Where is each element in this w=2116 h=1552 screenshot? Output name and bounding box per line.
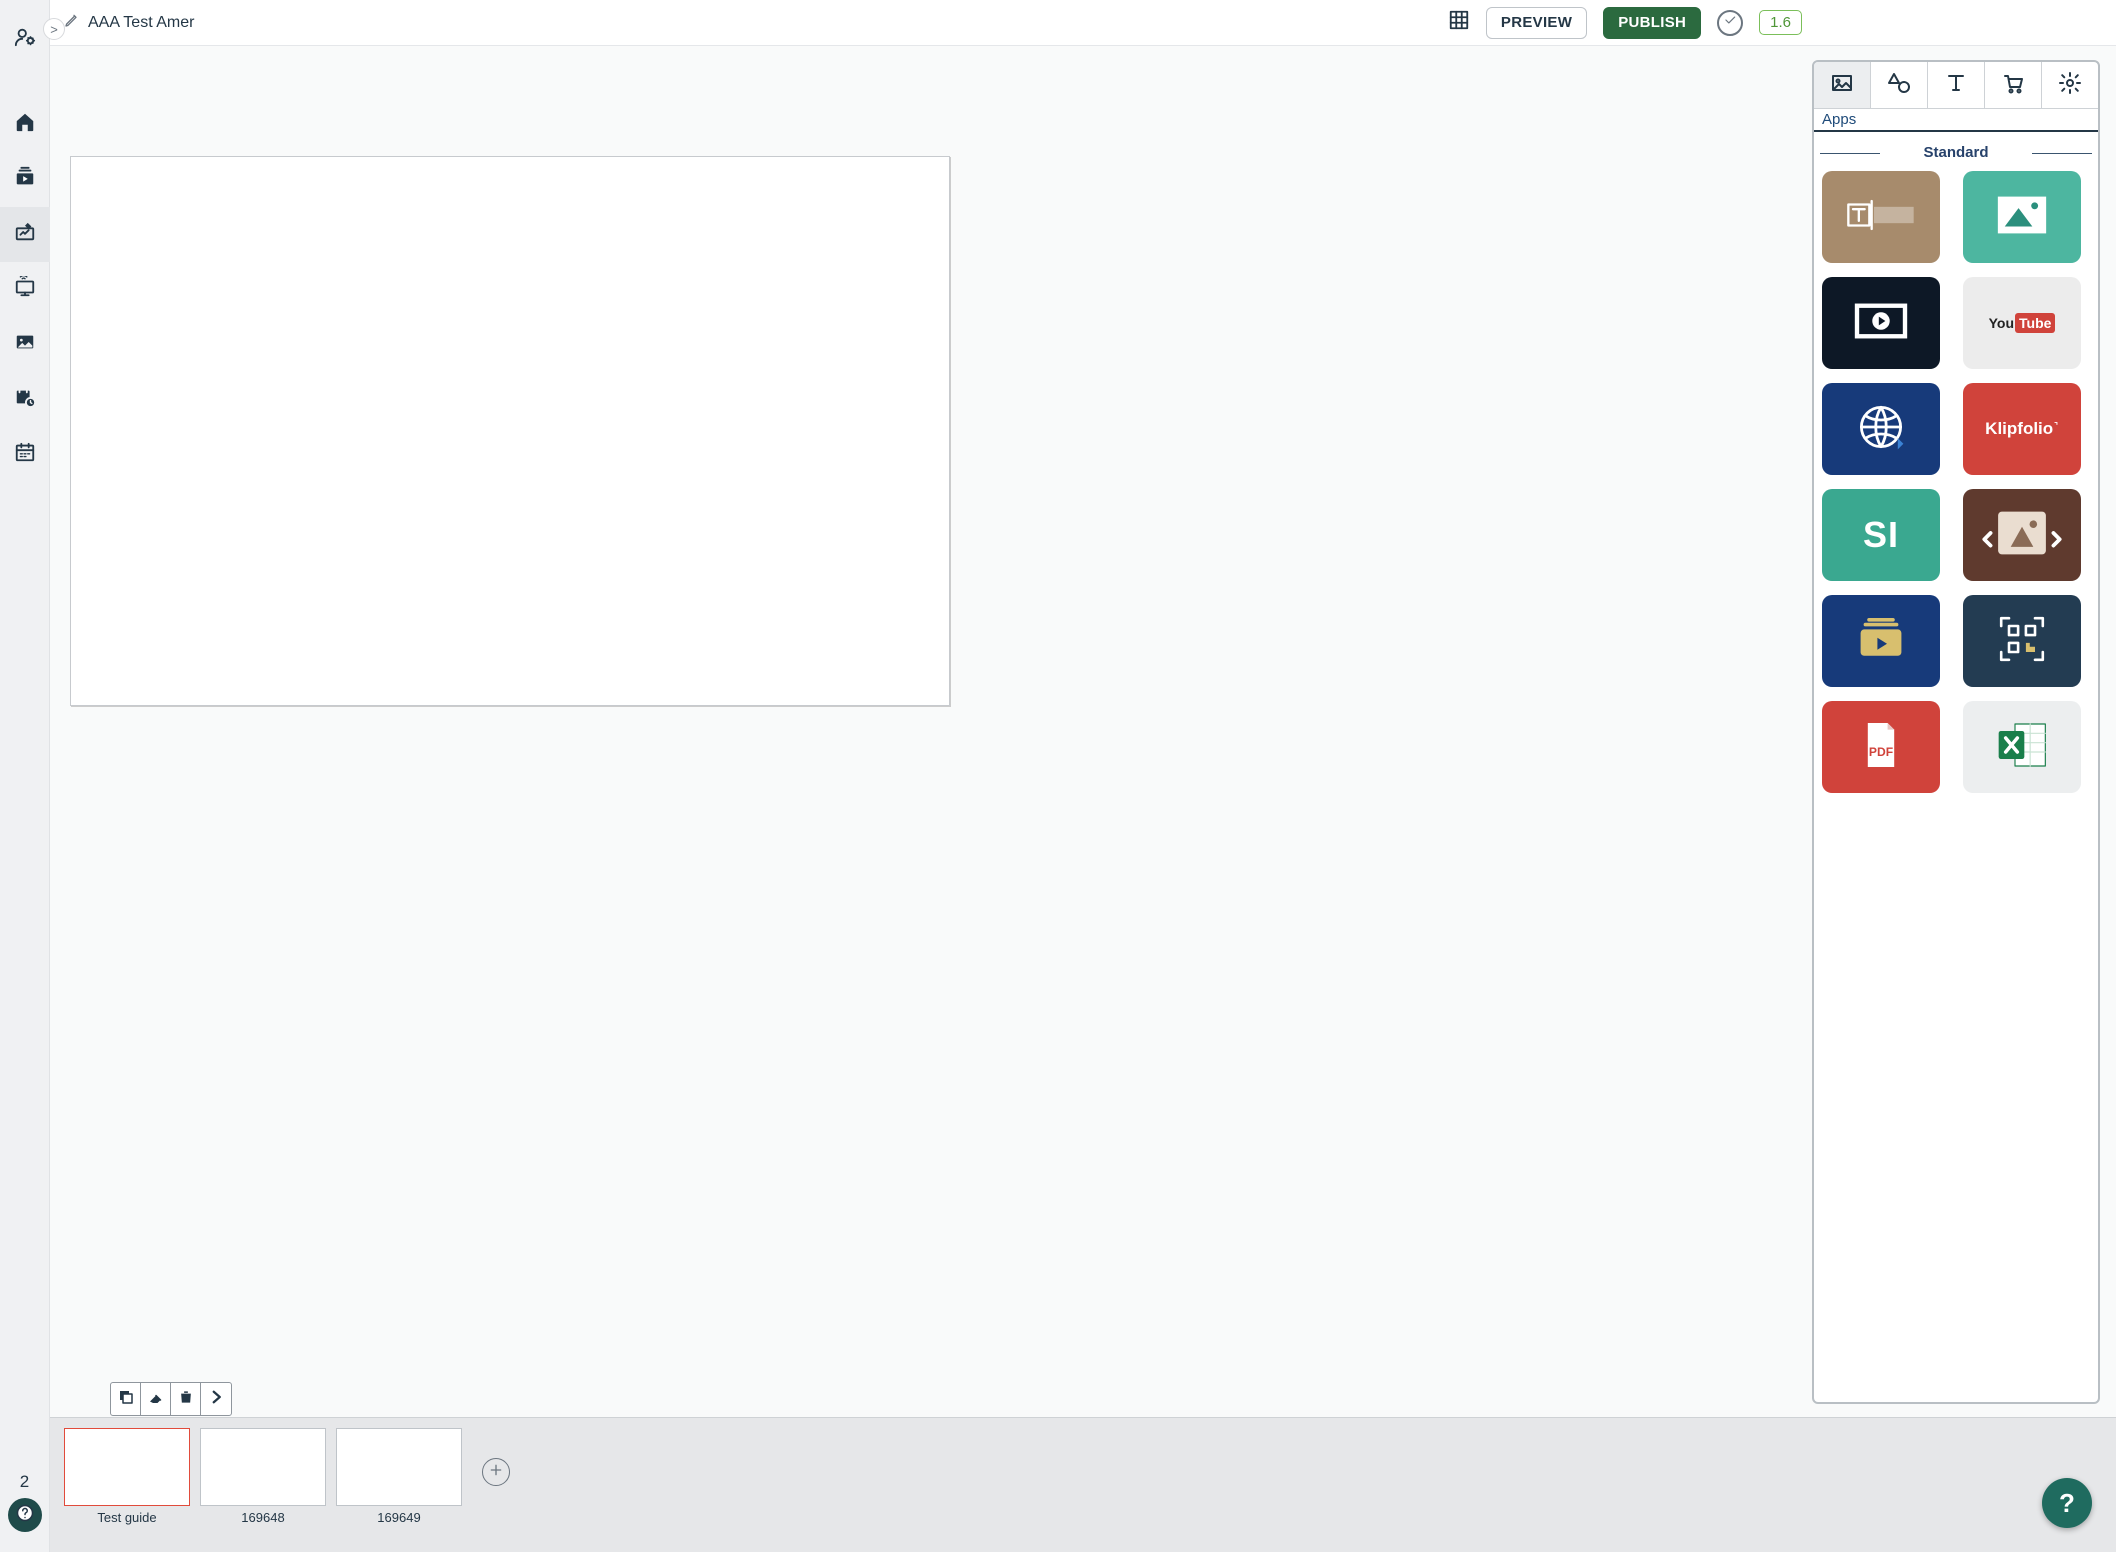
slide-toolbar: [110, 1382, 232, 1416]
text-icon: [1944, 71, 1968, 100]
grid-icon: [1448, 9, 1470, 36]
panel-tab-settings[interactable]: [2042, 62, 2098, 108]
video-icon: [1848, 297, 1914, 350]
slide-canvas[interactable]: [70, 156, 950, 706]
copy-icon: [117, 1388, 135, 1411]
sidebar-item-media[interactable]: [0, 317, 50, 372]
app-klipfolio[interactable]: Klipfolio˺: [1963, 383, 2081, 475]
sidebar-item-compose[interactable]: [0, 207, 50, 262]
panel-tab-text[interactable]: [1928, 62, 1985, 108]
chevron-right-icon: [207, 1388, 225, 1411]
grid-toggle-button[interactable]: [1448, 9, 1470, 36]
app-youtube[interactable]: YouTube: [1963, 277, 2081, 369]
pdf-icon: PDF: [1859, 718, 1903, 777]
slide-thumbnail[interactable]: Test guide: [64, 1428, 190, 1525]
playlist-icon: [14, 166, 36, 193]
app-video[interactable]: [1822, 277, 1940, 369]
publish-button[interactable]: PUBLISH: [1603, 7, 1701, 39]
version-badge[interactable]: 1.6: [1759, 10, 1802, 35]
panel-tab-store[interactable]: [1985, 62, 2042, 108]
panel-tab-media[interactable]: [1814, 62, 1871, 108]
help-icon: [16, 1504, 34, 1527]
status-indicator[interactable]: [1717, 10, 1743, 36]
slide-label: 169648: [241, 1510, 284, 1525]
pencil-icon: [64, 12, 80, 33]
panel-tab-shapes[interactable]: [1871, 62, 1928, 108]
eraser-icon: [147, 1388, 165, 1411]
photo-icon: [1993, 192, 2051, 243]
screen-icon: [14, 276, 36, 303]
top-bar: AAA Test Amer PREVIEW PUBLISH 1.6: [50, 0, 2116, 46]
left-sidebar: > 2: [0, 0, 50, 1552]
picture-icon: [14, 331, 36, 358]
main-area: AAA Test Amer PREVIEW PUBLISH 1.6: [50, 0, 2116, 1552]
help-chat-button[interactable]: ?: [2042, 1478, 2092, 1528]
home-icon: [14, 111, 36, 138]
project-title: AAA Test Amer: [88, 14, 194, 32]
app-excel[interactable]: [1963, 701, 2081, 793]
sidebar-item-playlists[interactable]: [0, 152, 50, 207]
compose-icon: [14, 221, 36, 248]
slide-label: 169649: [377, 1510, 420, 1525]
app-carousel[interactable]: [1963, 489, 2081, 581]
app-web[interactable]: [1822, 383, 1940, 475]
app-image[interactable]: [1963, 171, 2081, 263]
globe-icon: [1853, 399, 1909, 460]
qr-icon: [1996, 613, 2048, 670]
plus-icon: [488, 1462, 504, 1483]
slide-thumbnail[interactable]: 169648: [200, 1428, 326, 1525]
klipfolio-logo: Klipfolio˺: [1985, 419, 2059, 439]
carousel-icon: [1978, 504, 2066, 567]
user-gear-icon: [14, 26, 36, 53]
sidebar-footer-number: 2: [20, 1472, 29, 1492]
sidebar-item-home[interactable]: [0, 97, 50, 152]
app-playlist[interactable]: [1822, 595, 1940, 687]
slide-thumbnail[interactable]: 169649: [336, 1428, 462, 1525]
sidebar-expand-toggle[interactable]: >: [43, 18, 65, 40]
youtube-logo: YouTube: [1989, 315, 2056, 331]
duplicate-slide-button[interactable]: [111, 1383, 141, 1415]
delete-slide-button[interactable]: [171, 1383, 201, 1415]
edit-title-button[interactable]: [64, 12, 80, 33]
sidebar-item-calendar[interactable]: [0, 427, 50, 482]
app-pdf[interactable]: PDF: [1822, 701, 1940, 793]
panel-sub-label: Apps: [1814, 109, 2098, 132]
calendar-icon: [14, 441, 36, 468]
apps-panel: Apps Standard YouTube: [1812, 60, 2100, 1404]
add-slide-button[interactable]: [482, 1458, 510, 1486]
slide-label: Test guide: [97, 1510, 156, 1525]
preview-button[interactable]: PREVIEW: [1486, 7, 1587, 39]
excel-icon: [1994, 719, 2050, 776]
sidebar-item-schedule[interactable]: [0, 372, 50, 427]
next-slide-button[interactable]: [201, 1383, 231, 1415]
sidebar-item-admin[interactable]: [0, 12, 50, 67]
playlist-player-icon: [1851, 615, 1911, 668]
image-icon: [1830, 71, 1854, 100]
shapes-icon: [1887, 71, 1911, 100]
slide-strip: Test guide 169648 169649: [50, 1417, 2116, 1552]
calendar-clock-icon: [14, 386, 36, 413]
trash-icon: [177, 1388, 195, 1411]
sidebar-item-screens[interactable]: [0, 262, 50, 317]
gear-icon: [2058, 71, 2082, 100]
app-qr[interactable]: [1963, 595, 2081, 687]
si-logo: SI: [1863, 514, 1899, 556]
app-si[interactable]: SI: [1822, 489, 1940, 581]
cart-icon: [2001, 71, 2025, 100]
panel-section-title: Standard: [1820, 144, 2092, 161]
svg-text:PDF: PDF: [1869, 745, 1893, 759]
check-icon: [1723, 13, 1737, 32]
app-text[interactable]: [1822, 171, 1940, 263]
erase-slide-button[interactable]: [141, 1383, 171, 1415]
text-field-icon: [1846, 195, 1916, 240]
sidebar-help-button[interactable]: [8, 1498, 42, 1532]
